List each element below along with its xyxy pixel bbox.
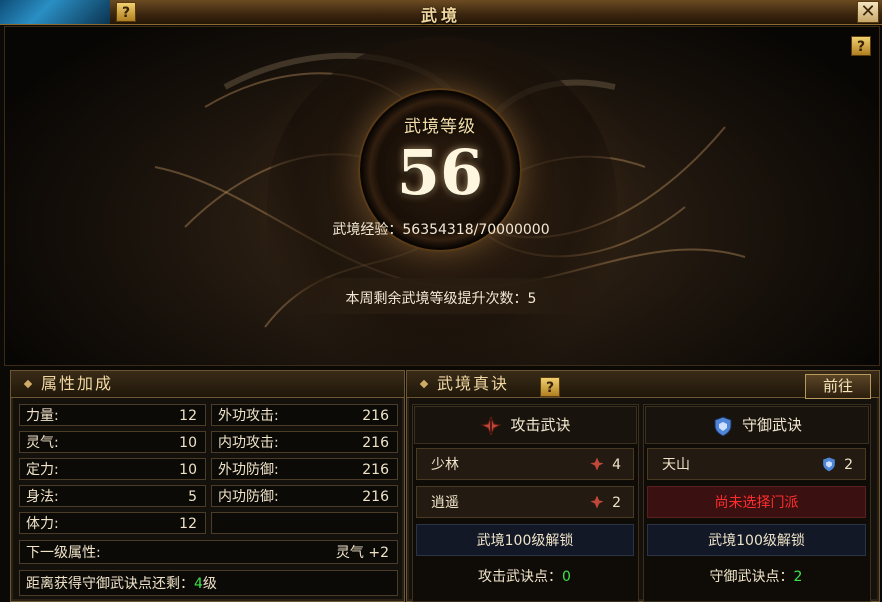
close-icon[interactable]: ✕: [857, 1, 879, 23]
attribute-value: 216: [362, 462, 389, 478]
attack-emblem-icon: [590, 495, 604, 509]
attribute-row: 定力: 10: [19, 458, 206, 480]
school-count: 4: [612, 457, 621, 473]
attribute-row: 外功攻击: 216: [211, 404, 398, 426]
attribute-value: 216: [362, 435, 389, 451]
defense-header: 守御武诀: [645, 406, 869, 444]
weekly-upgrades-line: 本周剩余武境等级提升次数：5: [0, 288, 882, 308]
attack-school-row[interactable]: 逍遥 2: [416, 486, 634, 518]
defense-points-value: 2: [793, 569, 803, 585]
school-name: 少林: [431, 457, 459, 473]
guard-points-text: 距离获得守御武诀点还剩：4级: [26, 571, 217, 597]
attribute-row: 身法: 5: [19, 485, 206, 507]
next-level-row: 下一级属性: 灵气 +2: [19, 540, 398, 564]
guard-points-row: 距离获得守御武诀点还剩：4级: [19, 570, 398, 596]
attribute-label: 内功攻击:: [218, 435, 279, 451]
attribute-value: 10: [179, 435, 197, 451]
attribute-label: 力量:: [26, 408, 59, 424]
goto-button[interactable]: 前往: [805, 374, 871, 399]
level-label: 武境等级: [404, 117, 476, 137]
attribute-label: 身法:: [26, 489, 59, 505]
attribute-panel-title: 属性加成: [41, 374, 114, 393]
attribute-row: 外功防御: 216: [211, 458, 398, 480]
attribute-row-empty: [211, 512, 398, 534]
attribute-value: 12: [179, 516, 197, 532]
defense-points-label: 守御武诀点：: [709, 569, 794, 585]
attribute-label: 体力:: [26, 516, 59, 532]
attribute-value: 216: [362, 408, 389, 424]
next-level-label: 下一级属性:: [26, 545, 101, 561]
skills-panel-title: 武境真诀: [437, 374, 510, 393]
school-not-selected-row[interactable]: 尚未选择门派: [647, 486, 866, 518]
attribute-value: 10: [179, 462, 197, 478]
help-icon[interactable]: ?: [540, 377, 560, 397]
defense-title: 守御武诀: [741, 416, 802, 434]
diamond-icon: [419, 379, 429, 389]
guard-points-value: 4: [194, 576, 203, 592]
experience-label: 武境经验：: [332, 222, 403, 238]
attack-header: 攻击武诀: [414, 406, 637, 444]
attribute-row: 灵气: 10: [19, 431, 206, 453]
defense-shield-icon: [714, 415, 732, 437]
experience-value: 56354318/70000000: [402, 222, 550, 238]
guard-points-suffix: 级: [202, 576, 217, 592]
attack-points-value: 0: [562, 569, 571, 585]
weekly-upgrades-value: 5: [527, 291, 537, 307]
school-name: 天山: [662, 457, 690, 473]
school-count: 2: [612, 495, 621, 511]
attribute-label: 外功攻击:: [218, 408, 279, 424]
school-name: 逍遥: [431, 495, 459, 511]
attribute-row: 力量: 12: [19, 404, 206, 426]
attack-points-line: 攻击武诀点：0: [414, 566, 635, 586]
attribute-label: 定力:: [26, 462, 59, 478]
attack-emblem-icon: [590, 457, 604, 471]
attack-emblem-icon: [480, 415, 503, 436]
help-icon[interactable]: ?: [116, 2, 136, 22]
attack-points-label: 攻击武诀点：: [478, 569, 563, 585]
defense-school-row[interactable]: 天山 2: [647, 448, 866, 480]
level-value: 56: [396, 136, 484, 209]
attribute-label: 外功防御:: [218, 462, 279, 478]
experience-line: 武境经验：56354318/70000000: [0, 219, 882, 239]
attribute-row: 内功防御: 216: [211, 485, 398, 507]
school-count: 2: [844, 457, 853, 473]
attack-title: 攻击武诀: [510, 416, 571, 434]
next-level-value: 灵气 +2: [335, 545, 389, 561]
defense-unlock-row: 武境100级解锁: [647, 524, 866, 556]
attribute-label: 内功防御:: [218, 489, 279, 505]
attribute-label: 灵气:: [26, 435, 59, 451]
guard-points-prefix: 距离获得守御武诀点还剩：: [26, 576, 194, 592]
help-icon[interactable]: ?: [851, 36, 871, 56]
attribute-value: 5: [188, 489, 197, 505]
attack-unlock-row: 武境100级解锁: [416, 524, 634, 556]
attribute-row: 体力: 12: [19, 512, 206, 534]
attribute-value: 12: [179, 408, 197, 424]
attribute-value: 216: [362, 489, 389, 505]
defense-points-line: 守御武诀点：2: [645, 566, 867, 586]
diamond-icon: [23, 379, 33, 389]
attribute-row: 内功攻击: 216: [211, 431, 398, 453]
attack-school-row[interactable]: 少林 4: [416, 448, 634, 480]
defense-shield-icon: [823, 457, 835, 472]
attribute-panel-header: 属性加成: [11, 371, 404, 398]
weekly-upgrades-label: 本周剩余武境等级提升次数：: [345, 291, 528, 307]
